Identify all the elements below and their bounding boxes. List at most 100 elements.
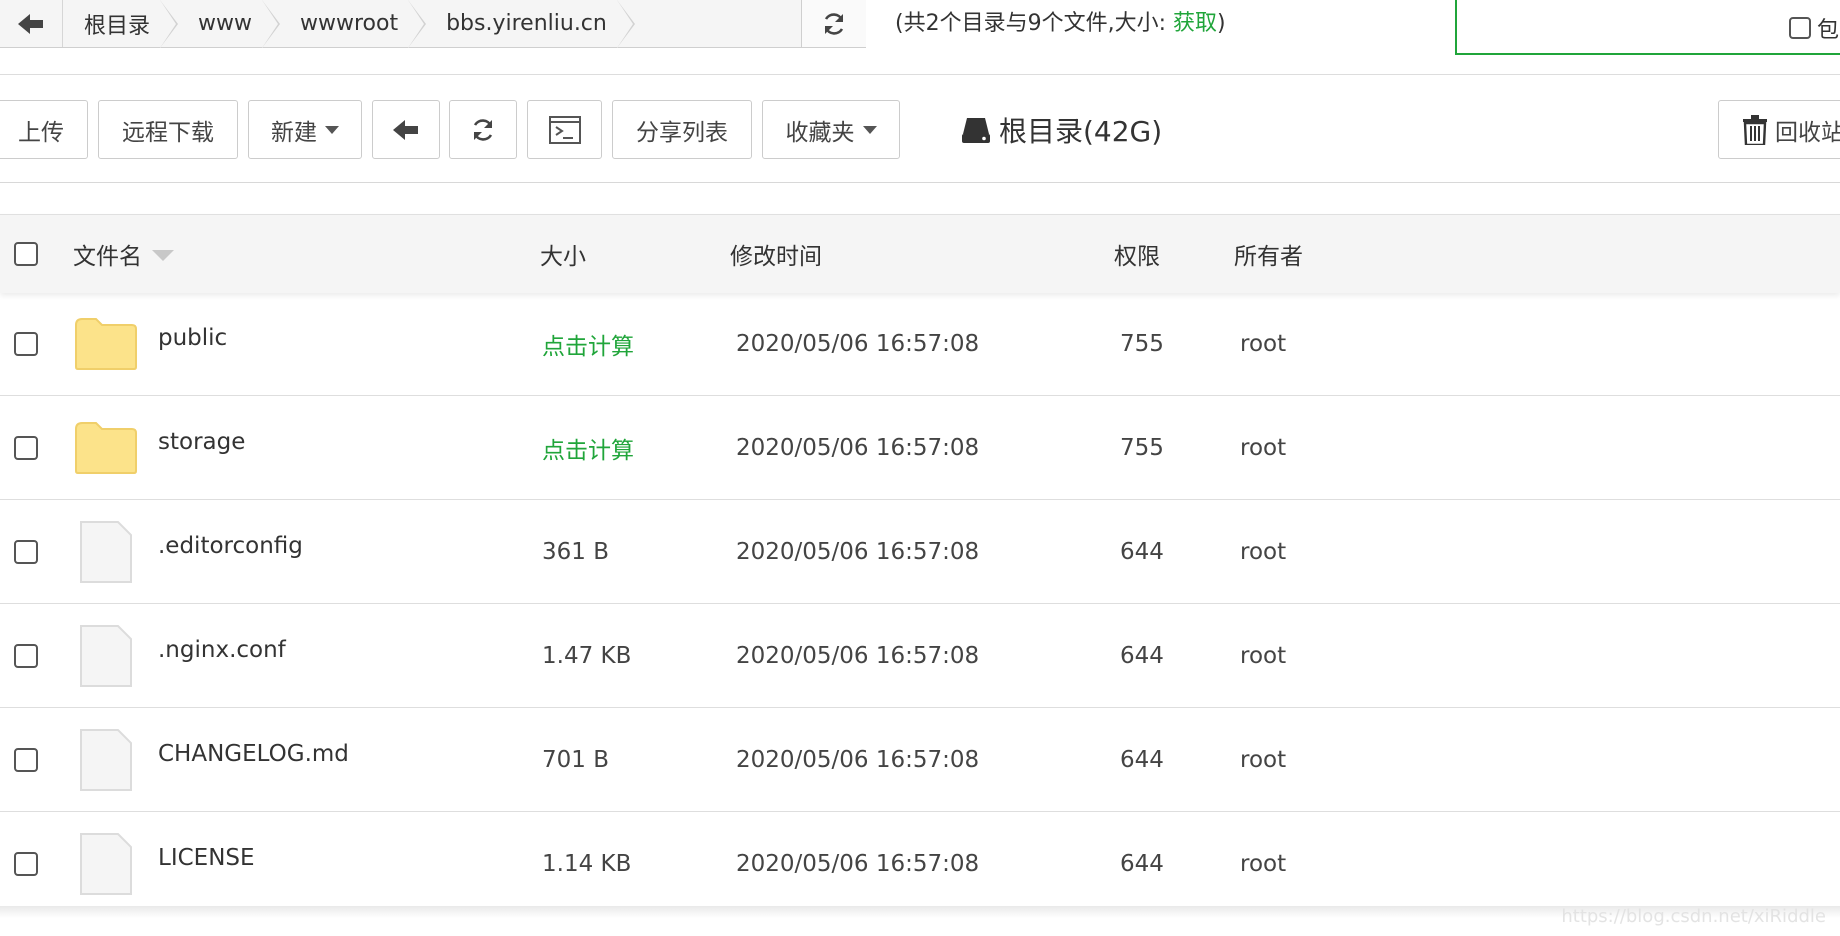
path-bar: 根目录 www wwwroot bbs.yirenliu.cn	[0, 0, 866, 48]
upload-button[interactable]: 上传	[0, 100, 88, 159]
table-row[interactable]: CHANGELOG.md 701 B 2020/05/06 16:57:08 6…	[0, 708, 1840, 812]
table-row[interactable]: public 点击计算 2020/05/06 16:57:08 755 root	[0, 292, 1840, 396]
directory-summary: (共2个目录与9个文件,大小: 获取)	[895, 5, 1226, 37]
folder-icon[interactable]	[74, 396, 138, 500]
file-name-link[interactable]: storage	[158, 390, 245, 494]
breadcrumb-item-site[interactable]: bbs.yirenliu.cn	[424, 0, 635, 48]
row-select-cell	[14, 292, 38, 396]
remote-download-button[interactable]: 远程下载	[98, 100, 238, 159]
share-list-label: 分享列表	[636, 119, 728, 146]
breadcrumb: 根目录 www wwwroot bbs.yirenliu.cn	[62, 0, 635, 48]
include-subdirs-toggle[interactable]: 包	[1783, 12, 1839, 44]
permission-value[interactable]: 644	[1120, 708, 1164, 812]
column-header-name[interactable]: 文件名	[73, 215, 174, 293]
select-all-checkbox[interactable]	[14, 242, 38, 266]
column-header-owner[interactable]: 所有者	[1234, 215, 1303, 293]
disk-selector[interactable]: 根目录(42G)	[961, 100, 1162, 159]
column-header-size-label: 大小	[540, 244, 586, 270]
row-checkbox[interactable]	[14, 436, 38, 460]
table-row[interactable]: storage 点击计算 2020/05/06 16:57:08 755 roo…	[0, 396, 1840, 500]
permission-value[interactable]: 644	[1120, 812, 1164, 916]
file-size: 1.14 KB	[542, 851, 632, 877]
row-checkbox[interactable]	[14, 332, 38, 356]
permission-value[interactable]: 755	[1120, 292, 1164, 396]
column-header-perm-label: 权限	[1114, 244, 1160, 270]
file-name-link[interactable]: .nginx.conf	[158, 598, 286, 702]
path-refresh-button[interactable]	[801, 0, 866, 47]
owner-value[interactable]: root	[1240, 604, 1286, 708]
remote-download-label: 远程下载	[122, 119, 214, 146]
divider	[0, 182, 1840, 183]
owner-value[interactable]: root	[1240, 708, 1286, 812]
table-row[interactable]: .nginx.conf 1.47 KB 2020/05/06 16:57:08 …	[0, 604, 1840, 708]
favorites-button[interactable]: 收藏夹	[762, 100, 900, 159]
row-checkbox[interactable]	[14, 748, 38, 772]
modified-time: 2020/05/06 16:57:08	[736, 851, 980, 877]
file-icon[interactable]	[80, 708, 132, 812]
arrow-left-icon	[393, 119, 418, 140]
permission-value[interactable]: 644	[1120, 604, 1164, 708]
file-name-link[interactable]: public	[158, 286, 227, 390]
upload-label: 上传	[18, 119, 64, 146]
file-icon[interactable]	[80, 812, 132, 916]
calculate-size-link[interactable]: 点击计算	[542, 396, 634, 500]
column-header-mtime[interactable]: 修改时间	[730, 215, 822, 293]
select-all-cell	[14, 215, 38, 293]
modified-time: 2020/05/06 16:57:08	[736, 643, 980, 669]
file-size: 361 B	[542, 539, 609, 565]
terminal-button[interactable]	[527, 100, 602, 159]
modified-time: 2020/05/06 16:57:08	[736, 539, 980, 565]
file-size: 1.47 KB	[542, 643, 632, 669]
owner-value[interactable]: root	[1240, 396, 1286, 500]
owner-value[interactable]: root	[1240, 812, 1286, 916]
modified-time: 2020/05/06 16:57:08	[736, 747, 980, 773]
new-button[interactable]: 新建	[248, 100, 362, 159]
permission-value[interactable]: 755	[1120, 396, 1164, 500]
file-name-link[interactable]: CHANGELOG.md	[158, 702, 349, 806]
summary-prefix: (共2个目录与9个文件,大小:	[895, 11, 1173, 36]
recycle-bin-button[interactable]: 回收站	[1718, 100, 1840, 159]
table-row[interactable]: LICENSE 1.14 KB 2020/05/06 16:57:08 644 …	[0, 812, 1840, 916]
table-row[interactable]: .editorconfig 361 B 2020/05/06 16:57:08 …	[0, 500, 1840, 604]
file-size: 701 B	[542, 747, 609, 773]
sort-caret-icon[interactable]	[152, 249, 174, 261]
disk-label: 根目录(42G)	[999, 114, 1163, 148]
folder-icon[interactable]	[74, 292, 138, 396]
breadcrumb-item-wwwroot[interactable]: wwwroot	[278, 0, 427, 48]
recycle-bin-label: 回收站	[1775, 119, 1840, 146]
owner-value[interactable]: root	[1240, 292, 1286, 396]
breadcrumb-item-root[interactable]: 根目录	[62, 0, 179, 48]
share-list-button[interactable]: 分享列表	[612, 100, 752, 159]
permission-value[interactable]: 644	[1120, 500, 1164, 604]
modified-time: 2020/05/06 16:57:08	[736, 331, 980, 357]
hard-drive-icon	[961, 116, 991, 144]
column-header-mtime-label: 修改时间	[730, 244, 822, 270]
calculate-size-link[interactable]: 点击计算	[542, 292, 634, 396]
row-checkbox[interactable]	[14, 644, 38, 668]
watermark: https://blog.csdn.net/xiRiddle	[1561, 906, 1826, 927]
breadcrumb-item-www[interactable]: www	[176, 0, 280, 48]
column-header-perm[interactable]: 权限	[1114, 215, 1160, 293]
column-header-name-label: 文件名	[73, 244, 142, 270]
column-header-size[interactable]: 大小	[540, 215, 586, 293]
fetch-size-link[interactable]: 获取	[1173, 11, 1217, 36]
file-icon[interactable]	[80, 604, 132, 708]
include-subdirs-label: 包	[1817, 18, 1840, 43]
chevron-down-icon	[862, 125, 877, 134]
toolbar-refresh-button[interactable]	[449, 100, 517, 159]
favorites-label: 收藏夹	[785, 119, 855, 146]
file-icon[interactable]	[80, 500, 132, 604]
row-checkbox[interactable]	[14, 540, 38, 564]
back-button[interactable]	[0, 0, 63, 47]
owner-value[interactable]: root	[1240, 500, 1286, 604]
file-name-link[interactable]: .editorconfig	[158, 494, 303, 598]
file-table-header: 文件名 大小 修改时间 权限 所有者	[0, 214, 1840, 293]
terminal-icon	[548, 115, 581, 144]
summary-suffix: )	[1217, 11, 1226, 36]
include-subdirs-checkbox[interactable]	[1789, 17, 1811, 39]
toolbar: 上传 远程下载 新建 分享列表 收藏夹 根目录(42G) 回收站	[0, 100, 1840, 159]
row-checkbox[interactable]	[14, 852, 38, 876]
toolbar-back-button[interactable]	[372, 100, 440, 159]
row-select-cell	[14, 500, 38, 604]
file-name-link[interactable]: LICENSE	[158, 806, 255, 910]
